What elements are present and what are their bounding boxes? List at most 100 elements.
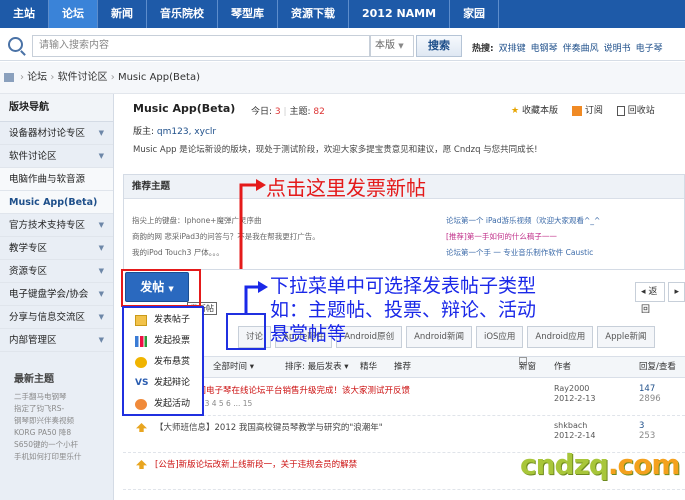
breadcrumb: › 论坛 › 软件讨论区 › Music App(Beta) xyxy=(0,62,685,94)
recommended-link[interactable]: 论坛第一个手 一 专业音乐制作软件 Caustic xyxy=(446,245,600,261)
chevron-down-icon: ▼ xyxy=(98,152,104,160)
new-window-label: 新窗 xyxy=(519,362,537,372)
sidebar-item[interactable]: 电脑作曲与软音源 xyxy=(0,168,113,191)
moderators-label: 版主: xyxy=(133,127,155,137)
moderator-links[interactable]: qm123, xyclr xyxy=(157,127,216,137)
col-author: 作者 xyxy=(554,362,572,372)
thread-author: Ray2000 2012-2-13 xyxy=(554,384,595,404)
hot-search-link[interactable]: 双排键 xyxy=(499,44,526,54)
dropdown-item-vs[interactable]: VS 发起辩论 xyxy=(124,373,202,394)
search-scope-label: 本版 xyxy=(375,40,395,51)
breadcrumb-section[interactable]: 软件讨论区 xyxy=(58,72,108,83)
pinned-icon xyxy=(136,423,147,432)
star-icon: ★ xyxy=(511,106,520,116)
sidebar-item[interactable]: 资源专区 ▼ xyxy=(0,260,113,283)
home-icon[interactable] xyxy=(4,72,14,82)
doc-icon xyxy=(135,315,147,326)
rss-icon xyxy=(571,105,582,116)
hot-search-link[interactable]: 电钢琴 xyxy=(531,44,558,54)
hot-search-link[interactable]: 说明书 xyxy=(604,44,631,54)
post-date: 2012-2-13 xyxy=(554,394,596,403)
sidebar-item[interactable]: 官方技术支持专区 ▼ xyxy=(0,214,113,237)
sidebar-item[interactable]: 分享与信息交流区 ▼ xyxy=(0,306,113,329)
category-tag[interactable]: Android应用 xyxy=(527,326,594,348)
category-tag[interactable]: Apple新闻 xyxy=(597,326,655,348)
favorite-forum-button[interactable]: ★ 收藏本版 xyxy=(511,103,558,116)
filter-recommend[interactable]: 推荐 xyxy=(394,357,411,377)
filter-digest[interactable]: 精华 xyxy=(360,357,377,377)
latest-topic-link[interactable]: KORG PA50 降8 xyxy=(14,427,113,439)
breadcrumb-forum[interactable]: 论坛 xyxy=(27,72,47,83)
chevron-down-icon: ▼ xyxy=(98,129,104,137)
author-name[interactable]: Ray2000 xyxy=(554,384,595,394)
latest-topic-link[interactable]: 指定了钧飞RS- xyxy=(14,403,113,415)
topnav-item[interactable]: 琴型库 xyxy=(218,0,278,28)
topnav-item[interactable]: 论坛 xyxy=(49,0,98,28)
dropdown-item-bar[interactable]: 发起投票 xyxy=(124,331,202,352)
coin-icon xyxy=(135,357,147,368)
recommended-link[interactable]: 指尖上的键盘：Iphone+魔弹广灵序曲 xyxy=(132,213,320,229)
chevron-down-icon: ▼ xyxy=(98,290,104,298)
rss-label: 订阅 xyxy=(584,106,603,116)
sidebar-title: 版块导航 xyxy=(0,94,113,122)
chevron-down-icon: ▼ xyxy=(98,313,104,321)
today-label: 今日: xyxy=(251,107,273,117)
dropdown-item-act[interactable]: 发起活动 xyxy=(124,394,202,415)
hot-search-link[interactable]: 伴奏曲风 xyxy=(563,44,599,54)
topnav-item[interactable]: 主站 xyxy=(0,0,49,28)
hot-search-link[interactable]: 电子琴 xyxy=(636,44,663,54)
author-name[interactable]: shkbach xyxy=(554,421,595,431)
recommended-link[interactable]: [推荐]第一手如何的什么稿子一一 xyxy=(446,229,600,245)
dropdown-item-label: 发起投票 xyxy=(154,336,191,346)
search-button[interactable]: 搜索 xyxy=(416,35,462,57)
topnav-item[interactable]: 音乐院校 xyxy=(147,0,218,28)
today-count: 3 xyxy=(274,107,281,117)
thread-title[interactable]: [公告]新版论坛改新上线新段一，关于违规会员的解禁 xyxy=(155,458,357,470)
forum-sidebar: 版块导航 设备器材讨论专区 ▼ 软件讨论区 ▼ 电脑作曲与软音源 Music App(Be… xyxy=(0,94,114,500)
hot-label: 热搜: xyxy=(472,44,494,54)
sidebar-item[interactable]: 设备器材讨论专区 ▼ xyxy=(0,122,113,145)
thread-counts: 3 253 xyxy=(639,421,655,441)
topnav-item[interactable]: 2012 NAMM xyxy=(349,0,451,28)
thread-author: shkbach 2012-2-14 xyxy=(554,421,595,441)
dropdown-item-coin[interactable]: 发布悬赏 xyxy=(124,352,202,373)
dropdown-item-doc[interactable]: 发表帖子 xyxy=(124,310,202,331)
filter-order[interactable]: 排序: 最后发表 ▾ xyxy=(285,357,349,377)
filter-time[interactable]: 全部时间 ▾ xyxy=(213,357,254,377)
rss-button[interactable]: 订阅 xyxy=(571,103,603,116)
page-next[interactable]: ▸ xyxy=(668,282,685,302)
dropdown-item-label: 发起辩论 xyxy=(154,378,191,388)
search-input[interactable]: 请输入搜索内容 xyxy=(32,35,370,57)
sidebar-item[interactable]: 电子键盘学会/协会 ▼ xyxy=(0,283,113,306)
topnav-item[interactable]: 资源下载 xyxy=(278,0,349,28)
latest-topic-link[interactable]: 钢琴即兴伴奏视频 xyxy=(14,415,113,427)
dropdown-item-label: 发布悬赏 xyxy=(154,357,191,367)
latest-topic-link[interactable]: 二手翻马电钢琴 xyxy=(14,391,113,403)
thread-title[interactable]: 【大师班信息】2012 我国高校键员琴教学与研究的"浪潮年" xyxy=(155,421,383,433)
back-button[interactable]: ◂ 返回 xyxy=(635,282,666,315)
forum-description: Music App 是论坛新设的版块，现处于测试阶段，欢迎大家多提宝贵意见和建议… xyxy=(133,145,538,155)
sidebar-item[interactable]: 软件讨论区 ▼ xyxy=(0,145,113,168)
latest-topics-title: 最新主题 xyxy=(14,374,54,385)
latest-topic-link[interactable]: 手机如何打印里乐什 xyxy=(14,451,113,463)
sidebar-item[interactable]: Music App(Beta) xyxy=(0,191,113,214)
sidebar-item[interactable]: 教学专区 ▼ xyxy=(0,237,113,260)
view-count: 253 xyxy=(639,431,656,441)
latest-topic-link[interactable]: S650键的一个小杆 xyxy=(14,439,113,451)
thread-row[interactable]: 【公告】中国电子琴在线论坛平台销售升级完成！该大家测试开反馈 反馈区 ... 2 … xyxy=(123,380,685,416)
topnav-item[interactable]: 家园 xyxy=(450,0,500,28)
topnav-item[interactable]: 新闻 xyxy=(98,0,147,28)
recommended-link[interactable]: 我的iPod Touch3 尸体。。。 xyxy=(132,245,320,261)
top-nav: 主站 论坛 新闻 音乐院校 琴型库 资源下载 2012 NAMM 家园 xyxy=(0,0,685,28)
recommended-link[interactable]: 论坛第一个 iPad游乐视频（欢迎大家观看^_^ xyxy=(446,213,600,229)
sidebar-item-label: 设备器材讨论专区 xyxy=(9,128,86,139)
recycle-label: 回收站 xyxy=(627,106,655,116)
post-date: 2012-2-14 xyxy=(554,431,596,440)
pager: ◂ 返回 ▸ xyxy=(635,282,685,315)
sidebar-item[interactable]: 内部管理区 ▼ xyxy=(0,329,113,352)
vs-icon: VS xyxy=(135,378,149,388)
act-icon xyxy=(135,399,147,410)
search-scope-select[interactable]: 本版 ▼ xyxy=(370,35,414,57)
recycle-bin-button[interactable]: 回收站 xyxy=(616,103,655,116)
recommended-link[interactable]: 商韵的网 悲采iPad3的问答与？不是我在帮我更打广告。 xyxy=(132,229,320,245)
